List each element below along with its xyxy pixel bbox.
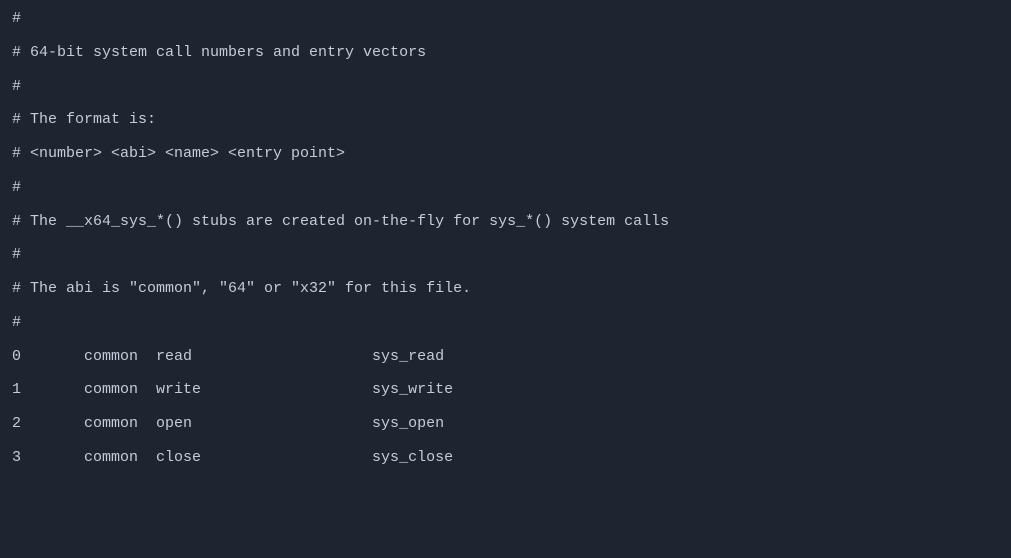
syscall-row: 2 common open sys_open [12,407,999,441]
code-block: # # 64-bit system call numbers and entry… [12,2,999,475]
comment-line: # [12,306,999,340]
comment-line: # The __x64_sys_*() stubs are created on… [12,205,999,239]
syscall-row: 1 common write sys_write [12,373,999,407]
comment-line: # The abi is "common", "64" or "x32" for… [12,272,999,306]
comment-line: # [12,238,999,272]
comment-line: # 64-bit system call numbers and entry v… [12,36,999,70]
comment-line: # The format is: [12,103,999,137]
comment-line: # [12,2,999,36]
comment-line: # [12,70,999,104]
comment-line: # [12,171,999,205]
comment-line: # <number> <abi> <name> <entry point> [12,137,999,171]
syscall-row: 0 common read sys_read [12,340,999,374]
syscall-row: 3 common close sys_close [12,441,999,475]
